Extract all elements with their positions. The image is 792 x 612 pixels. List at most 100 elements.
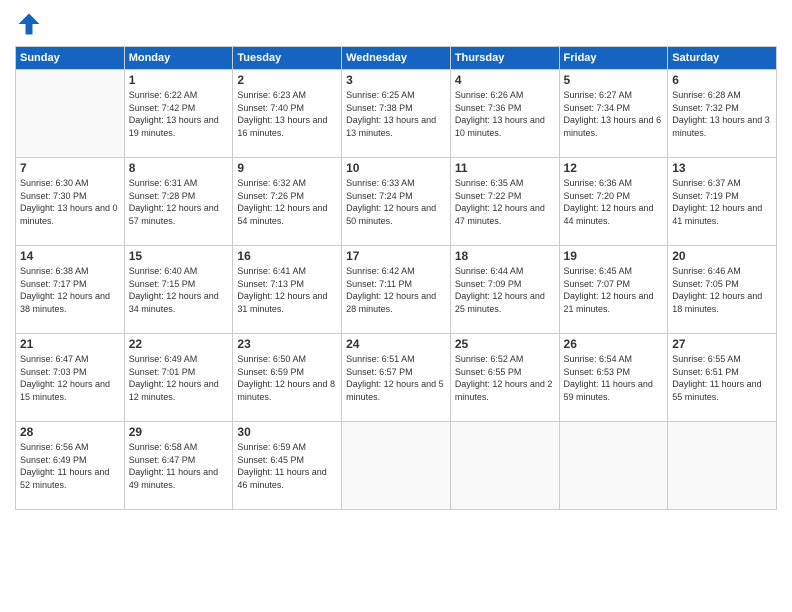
- page: SundayMondayTuesdayWednesdayThursdayFrid…: [0, 0, 792, 612]
- day-info: Sunrise: 6:26 AMSunset: 7:36 PMDaylight:…: [455, 89, 555, 139]
- day-cell: 3 Sunrise: 6:25 AMSunset: 7:38 PMDaylight…: [342, 70, 451, 158]
- day-cell: 6 Sunrise: 6:28 AMSunset: 7:32 PMDaylight…: [668, 70, 777, 158]
- day-number: 19: [564, 249, 664, 263]
- day-number: 26: [564, 337, 664, 351]
- day-info: Sunrise: 6:30 AMSunset: 7:30 PMDaylight:…: [20, 177, 120, 227]
- day-cell: 9Sunrise: 6:32 AMSunset: 7:26 PMDaylight…: [233, 158, 342, 246]
- week-row-5: 28 Sunrise: 6:56 AMSunset: 6:49 PMDayligh…: [16, 422, 777, 510]
- day-number: 12: [564, 161, 664, 175]
- day-info: Sunrise: 6:28 AMSunset: 7:32 PMDaylight:…: [672, 89, 772, 139]
- day-cell: 13Sunrise: 6:37 AMSunset: 7:19 PMDayligh…: [668, 158, 777, 246]
- day-cell: 29 Sunrise: 6:58 AMSunset: 6:47 PMDayligh…: [124, 422, 233, 510]
- day-number: 23: [237, 337, 337, 351]
- day-cell: [668, 422, 777, 510]
- weekday-header-thursday: Thursday: [450, 47, 559, 70]
- weekday-header-friday: Friday: [559, 47, 668, 70]
- day-info: Sunrise: 6:36 AMSunset: 7:20 PMDaylight:…: [564, 177, 664, 227]
- day-cell: 12 Sunrise: 6:36 AMSunset: 7:20 PMDayligh…: [559, 158, 668, 246]
- day-number: 30: [237, 425, 337, 439]
- day-cell: 27 Sunrise: 6:55 AMSunset: 6:51 PMDayligh…: [668, 334, 777, 422]
- day-info: Sunrise: 6:54 AMSunset: 6:53 PMDaylight:…: [564, 353, 664, 403]
- day-cell: 22 Sunrise: 6:49 AMSunset: 7:01 PMDayligh…: [124, 334, 233, 422]
- day-info: Sunrise: 6:59 AMSunset: 6:45 PMDaylight:…: [237, 441, 337, 491]
- day-info: Sunrise: 6:46 AMSunset: 7:05 PMDaylight:…: [672, 265, 772, 315]
- day-info: Sunrise: 6:52 AMSunset: 6:55 PMDaylight:…: [455, 353, 555, 403]
- day-number: 8: [129, 161, 229, 175]
- weekday-header-monday: Monday: [124, 47, 233, 70]
- day-number: 1: [129, 73, 229, 87]
- day-cell: 19 Sunrise: 6:45 AMSunset: 7:07 PMDayligh…: [559, 246, 668, 334]
- day-cell: 16 Sunrise: 6:41 AMSunset: 7:13 PMDayligh…: [233, 246, 342, 334]
- day-cell: 25 Sunrise: 6:52 AMSunset: 6:55 PMDayligh…: [450, 334, 559, 422]
- day-info: Sunrise: 6:44 AMSunset: 7:09 PMDaylight:…: [455, 265, 555, 315]
- day-number: 6: [672, 73, 772, 87]
- day-cell: 21 Sunrise: 6:47 AMSunset: 7:03 PMDayligh…: [16, 334, 125, 422]
- day-info: Sunrise: 6:58 AMSunset: 6:47 PMDaylight:…: [129, 441, 229, 491]
- day-number: 25: [455, 337, 555, 351]
- day-cell: 10Sunrise: 6:33 AMSunset: 7:24 PMDayligh…: [342, 158, 451, 246]
- day-number: 18: [455, 249, 555, 263]
- day-cell: 20 Sunrise: 6:46 AMSunset: 7:05 PMDayligh…: [668, 246, 777, 334]
- day-cell: 24 Sunrise: 6:51 AMSunset: 6:57 PMDayligh…: [342, 334, 451, 422]
- day-info: Sunrise: 6:40 AMSunset: 7:15 PMDaylight:…: [129, 265, 229, 315]
- day-number: 15: [129, 249, 229, 263]
- week-row-4: 21 Sunrise: 6:47 AMSunset: 7:03 PMDayligh…: [16, 334, 777, 422]
- day-cell: 15 Sunrise: 6:40 AMSunset: 7:15 PMDayligh…: [124, 246, 233, 334]
- weekday-header-wednesday: Wednesday: [342, 47, 451, 70]
- header: [15, 10, 777, 38]
- day-cell: 28 Sunrise: 6:56 AMSunset: 6:49 PMDayligh…: [16, 422, 125, 510]
- day-info: Sunrise: 6:49 AMSunset: 7:01 PMDaylight:…: [129, 353, 229, 403]
- day-info: Sunrise: 6:50 AMSunset: 6:59 PMDaylight:…: [237, 353, 337, 403]
- day-info: Sunrise: 6:45 AMSunset: 7:07 PMDaylight:…: [564, 265, 664, 315]
- day-cell: 26 Sunrise: 6:54 AMSunset: 6:53 PMDayligh…: [559, 334, 668, 422]
- day-info: Sunrise: 6:51 AMSunset: 6:57 PMDaylight:…: [346, 353, 446, 403]
- day-info: Sunrise: 6:47 AMSunset: 7:03 PMDaylight:…: [20, 353, 120, 403]
- day-number: 28: [20, 425, 120, 439]
- day-cell: [16, 70, 125, 158]
- day-cell: 1 Sunrise: 6:22 AMSunset: 7:42 PMDaylight…: [124, 70, 233, 158]
- day-info: Sunrise: 6:33 AMSunset: 7:24 PMDaylight:…: [346, 177, 446, 227]
- day-cell: 30 Sunrise: 6:59 AMSunset: 6:45 PMDayligh…: [233, 422, 342, 510]
- day-cell: 7 Sunrise: 6:30 AMSunset: 7:30 PMDaylight…: [16, 158, 125, 246]
- day-info: Sunrise: 6:31 AMSunset: 7:28 PMDaylight:…: [129, 177, 229, 227]
- day-info: Sunrise: 6:56 AMSunset: 6:49 PMDaylight:…: [20, 441, 120, 491]
- day-number: 21: [20, 337, 120, 351]
- day-number: 17: [346, 249, 446, 263]
- weekday-header-tuesday: Tuesday: [233, 47, 342, 70]
- day-cell: [450, 422, 559, 510]
- logo: [15, 10, 47, 38]
- day-number: 29: [129, 425, 229, 439]
- day-cell: 17 Sunrise: 6:42 AMSunset: 7:11 PMDayligh…: [342, 246, 451, 334]
- day-number: 5: [564, 73, 664, 87]
- day-number: 24: [346, 337, 446, 351]
- day-cell: 11 Sunrise: 6:35 AMSunset: 7:22 PMDayligh…: [450, 158, 559, 246]
- day-info: Sunrise: 6:55 AMSunset: 6:51 PMDaylight:…: [672, 353, 772, 403]
- week-row-3: 14 Sunrise: 6:38 AMSunset: 7:17 PMDayligh…: [16, 246, 777, 334]
- day-number: 14: [20, 249, 120, 263]
- day-number: 7: [20, 161, 120, 175]
- day-info: Sunrise: 6:27 AMSunset: 7:34 PMDaylight:…: [564, 89, 664, 139]
- day-info: Sunrise: 6:41 AMSunset: 7:13 PMDaylight:…: [237, 265, 337, 315]
- day-info: Sunrise: 6:35 AMSunset: 7:22 PMDaylight:…: [455, 177, 555, 227]
- day-number: 11: [455, 161, 555, 175]
- day-cell: 14 Sunrise: 6:38 AMSunset: 7:17 PMDayligh…: [16, 246, 125, 334]
- day-cell: 2Sunrise: 6:23 AMSunset: 7:40 PMDaylight…: [233, 70, 342, 158]
- day-cell: [559, 422, 668, 510]
- weekday-header-sunday: Sunday: [16, 47, 125, 70]
- day-info: Sunrise: 6:37 AMSunset: 7:19 PMDaylight:…: [672, 177, 772, 227]
- day-number: 4: [455, 73, 555, 87]
- day-number: 9: [237, 161, 337, 175]
- day-info: Sunrise: 6:42 AMSunset: 7:11 PMDaylight:…: [346, 265, 446, 315]
- day-info: Sunrise: 6:38 AMSunset: 7:17 PMDaylight:…: [20, 265, 120, 315]
- day-number: 3: [346, 73, 446, 87]
- day-number: 2: [237, 73, 337, 87]
- day-info: Sunrise: 6:25 AMSunset: 7:38 PMDaylight:…: [346, 89, 446, 139]
- day-info: Sunrise: 6:22 AMSunset: 7:42 PMDaylight:…: [129, 89, 229, 139]
- day-number: 20: [672, 249, 772, 263]
- day-cell: 23 Sunrise: 6:50 AMSunset: 6:59 PMDayligh…: [233, 334, 342, 422]
- day-number: 22: [129, 337, 229, 351]
- day-cell: [342, 422, 451, 510]
- day-number: 27: [672, 337, 772, 351]
- week-row-2: 7 Sunrise: 6:30 AMSunset: 7:30 PMDaylight…: [16, 158, 777, 246]
- day-number: 16: [237, 249, 337, 263]
